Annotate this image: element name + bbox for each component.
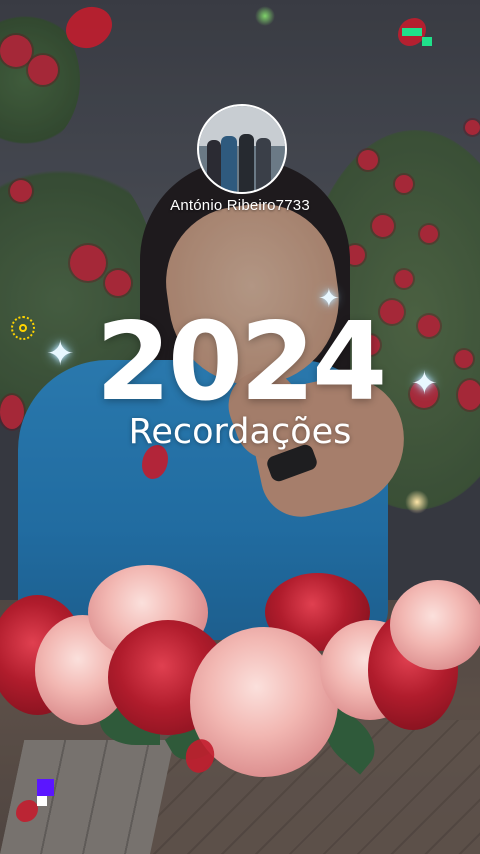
avatar-person [207,140,221,192]
glow-orb [405,490,429,514]
avatar-person [239,134,254,192]
memories-subtitle: Recordações [128,412,352,452]
pink-rose [390,580,480,670]
pixel-chip-icon [402,28,422,36]
pixel-chip-icon [37,779,54,796]
rose-bouquet-border [0,555,480,785]
avatar-person [221,136,237,192]
memories-video-frame: ✦ ✦ ✦ António Ribeiro7733 2024 Recordaçõ… [0,0,480,854]
pixel-chip-icon [422,37,432,46]
avatar-person [256,138,271,192]
avatar[interactable] [197,104,287,194]
pixel-chip-icon [37,796,47,806]
year-title: 2024 [95,300,388,425]
glow-orb [255,6,275,26]
username[interactable]: António Ribeiro7733 [0,197,480,214]
